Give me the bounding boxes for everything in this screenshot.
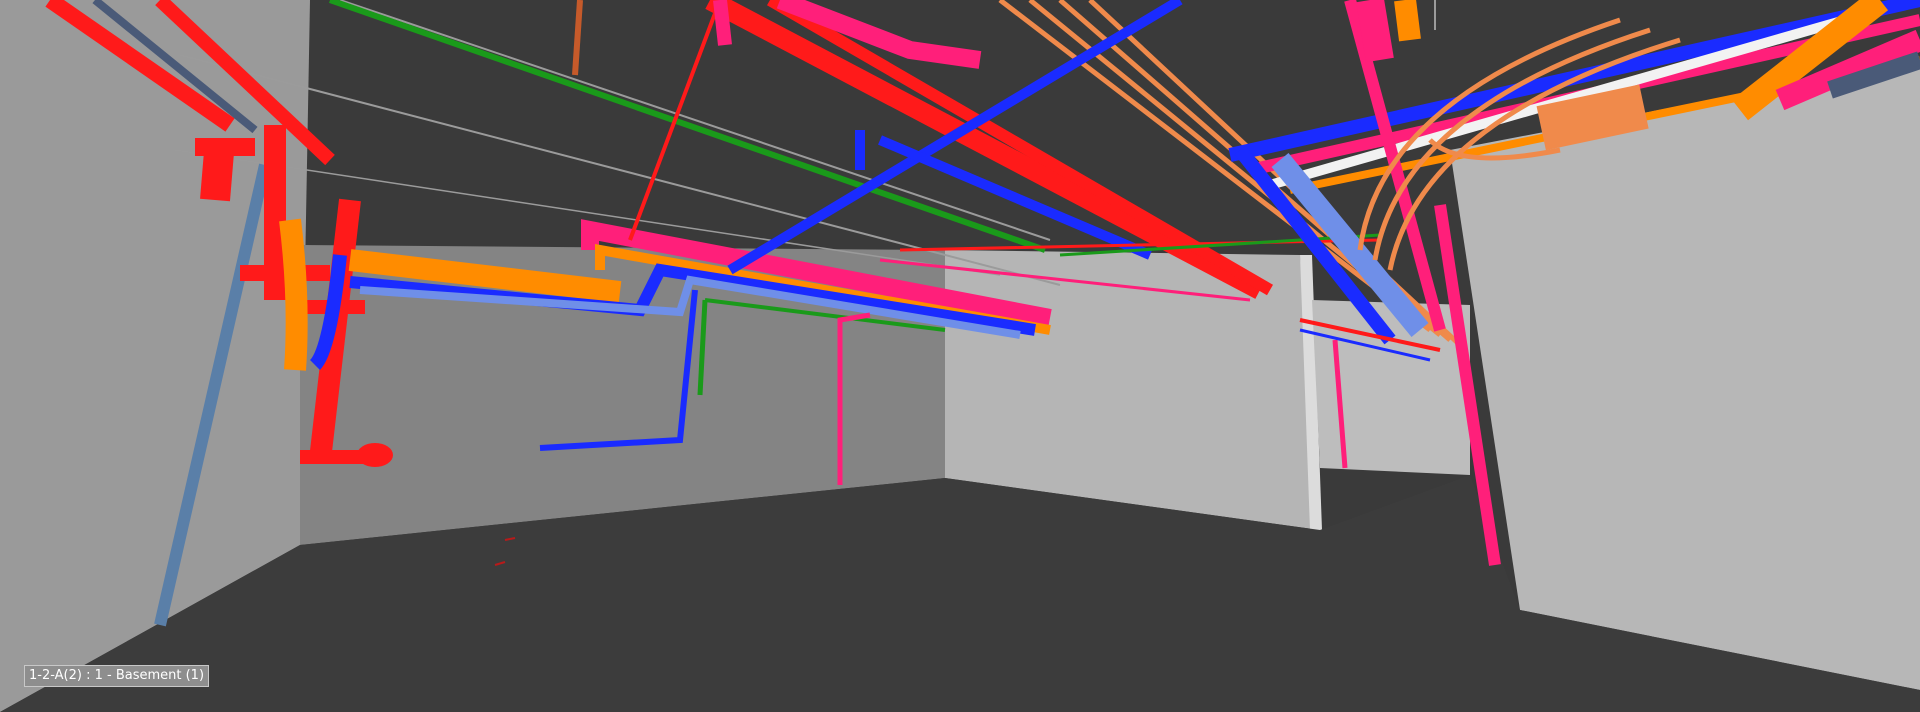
view-name-label: 1-2-A(2) : 1 - Basement (1) [24,665,210,687]
model-scene[interactable] [0,0,1920,712]
3d-viewport[interactable]: 1-2-A(2) : 1 - Basement (1) [0,0,1920,712]
